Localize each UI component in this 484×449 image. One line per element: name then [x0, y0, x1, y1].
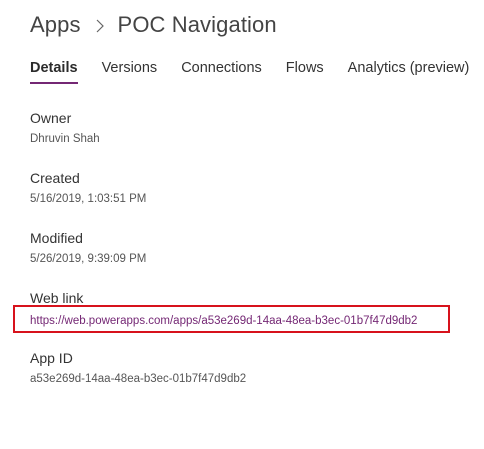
app-id-label: App ID	[30, 350, 73, 366]
web-link-label: Web link	[30, 290, 84, 306]
created-label: Created	[30, 170, 80, 186]
owner-field: Owner Dhruvin Shah	[30, 110, 100, 145]
tab-flows[interactable]: Flows	[286, 60, 324, 84]
app-id-value: a53e269d-14aa-48ea-b3ec-01b7f47d9db2	[30, 373, 247, 385]
detail-tabs: Details Versions Connections Flows Analy…	[30, 60, 484, 84]
created-value: 5/16/2019, 1:03:51 PM	[30, 193, 147, 205]
owner-label: Owner	[30, 110, 72, 126]
tab-versions[interactable]: Versions	[102, 60, 158, 84]
app-id-field: App ID a53e269d-14aa-48ea-b3ec-01b7f47d9…	[30, 350, 246, 385]
tab-analytics-preview[interactable]: Analytics (preview)	[348, 60, 470, 84]
modified-field: Modified 5/26/2019, 9:39:09 PM	[30, 230, 146, 265]
modified-label: Modified	[30, 230, 83, 246]
tab-details[interactable]: Details	[30, 60, 78, 84]
owner-value: Dhruvin Shah	[30, 133, 100, 145]
modified-value: 5/26/2019, 9:39:09 PM	[30, 253, 147, 265]
chevron-right-icon	[92, 18, 108, 34]
web-link-url[interactable]: https://web.powerapps.com/apps/a53e269d-…	[30, 315, 417, 327]
breadcrumb-apps-link[interactable]: Apps	[30, 12, 81, 38]
created-field: Created 5/16/2019, 1:03:51 PM	[30, 170, 146, 205]
tab-connections[interactable]: Connections	[181, 60, 262, 84]
breadcrumb-current: POC Navigation	[117, 12, 277, 37]
breadcrumb: Apps POC Navigation	[30, 12, 277, 38]
